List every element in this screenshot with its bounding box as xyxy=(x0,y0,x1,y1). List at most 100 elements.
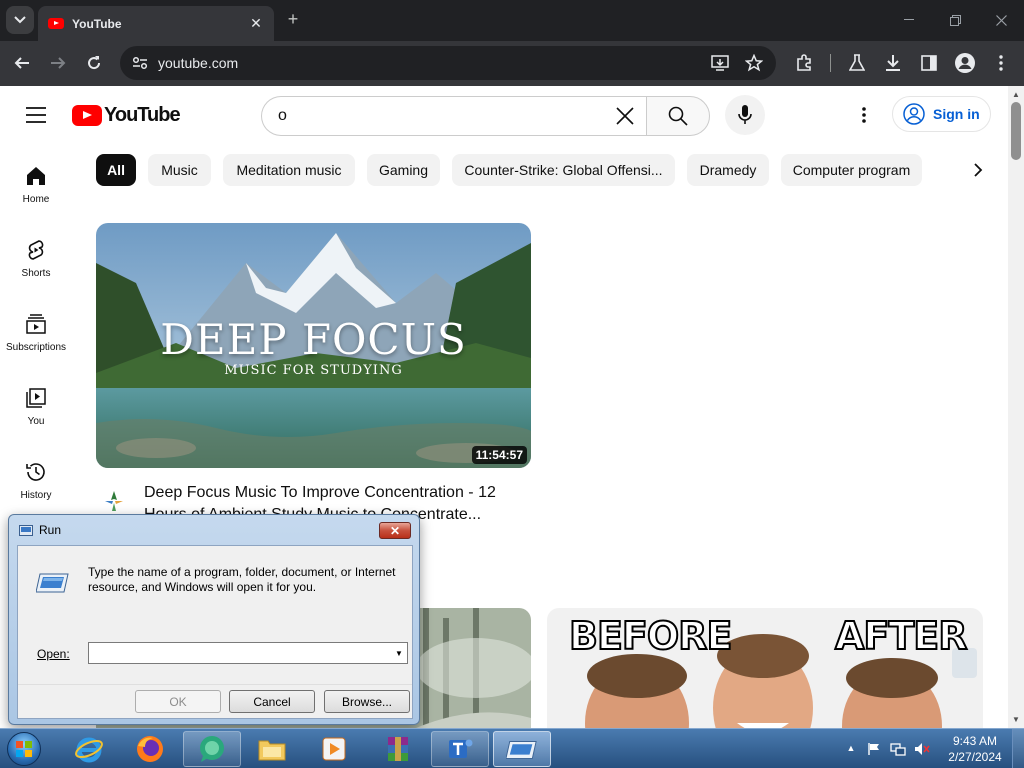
chevron-right-icon xyxy=(974,163,983,177)
chip-dramedy[interactable]: Dramedy xyxy=(687,154,769,186)
run-dialog-titlebar[interactable]: Run xyxy=(9,515,419,545)
search-button[interactable] xyxy=(646,96,710,136)
channel-avatar[interactable] xyxy=(100,487,128,515)
voice-search-button[interactable] xyxy=(725,95,765,135)
chip-all[interactable]: All xyxy=(96,154,136,186)
guide-label: Home xyxy=(22,194,50,205)
show-desktop-button[interactable] xyxy=(1012,729,1024,768)
taskbar-media-player[interactable] xyxy=(305,731,363,767)
guide-item-home[interactable]: Home xyxy=(0,150,72,224)
video-thumbnail-3[interactable]: BEFORE AFTER xyxy=(547,608,983,728)
taskbar-run[interactable] xyxy=(493,731,551,767)
taskbar-internet-explorer[interactable] xyxy=(60,731,118,767)
chevron-down-icon xyxy=(14,16,26,24)
browser-menu-button[interactable] xyxy=(990,52,1012,74)
open-input-text[interactable] xyxy=(89,643,391,663)
run-program-icon xyxy=(36,573,69,593)
guide-item-shorts[interactable]: Shorts xyxy=(0,224,72,298)
run-program-icon xyxy=(506,741,537,759)
restore-button[interactable] xyxy=(941,8,969,32)
guide-menu-button[interactable] xyxy=(24,104,48,126)
chip-counter-strike[interactable]: Counter-Strike: Global Offensi... xyxy=(452,154,675,186)
chip-meditation-music[interactable]: Meditation music xyxy=(223,154,355,186)
more-vertical-icon xyxy=(999,55,1003,71)
network-icon[interactable] xyxy=(890,741,906,757)
chips-next-button[interactable] xyxy=(966,158,990,182)
browser-tab[interactable]: YouTube ✕ xyxy=(38,6,274,41)
minimize-icon xyxy=(904,19,914,20)
scrollbar-thumb[interactable] xyxy=(1011,102,1021,160)
downloads-button[interactable] xyxy=(882,52,904,74)
run-dialog-body: Type the name of a program, folder, docu… xyxy=(17,545,413,719)
tab-search-button[interactable] xyxy=(6,6,34,34)
side-panel-button[interactable] xyxy=(918,52,940,74)
dropdown-arrow-icon[interactable]: ▼ xyxy=(391,643,407,663)
sign-in-button[interactable]: Sign in xyxy=(892,96,991,132)
video-thumbnail[interactable]: DEEP FOCUS MUSIC FOR STUDYING 11:54:57 xyxy=(96,223,531,468)
search-input[interactable]: o xyxy=(261,96,647,136)
action-center-flag-icon[interactable] xyxy=(866,741,882,757)
cancel-button[interactable]: Cancel xyxy=(229,690,315,713)
folder-icon xyxy=(258,740,286,761)
taskbar-winrar[interactable] xyxy=(369,731,427,767)
video-card: DEEP FOCUS MUSIC FOR STUDYING 11:54:57 D… xyxy=(96,223,531,523)
extensions-button[interactable] xyxy=(793,52,815,74)
taskbar-clock[interactable]: 9:43 AM 2/27/2024 xyxy=(940,733,1010,765)
chip-gaming[interactable]: Gaming xyxy=(367,154,440,186)
page-scrollbar[interactable]: ▲ ▼ xyxy=(1008,86,1024,728)
profile-button[interactable] xyxy=(954,52,976,74)
new-tab-button[interactable]: + xyxy=(283,9,303,29)
browse-button[interactable]: Browse... xyxy=(324,690,410,713)
browser-toolbar: youtube.com xyxy=(0,41,1024,86)
more-vertical-icon xyxy=(862,107,866,123)
media-player-icon xyxy=(322,737,346,761)
arrow-right-icon xyxy=(51,57,66,69)
taskbar-teams[interactable] xyxy=(431,731,489,767)
taskbar-firefox[interactable] xyxy=(121,731,179,767)
scroll-down-icon[interactable]: ▼ xyxy=(1011,714,1021,724)
show-hidden-icons-button[interactable]: ▲ xyxy=(846,743,856,753)
shorts-icon xyxy=(24,238,48,262)
youtube-logo[interactable]: YouTube xyxy=(72,103,181,127)
close-icon xyxy=(995,14,1007,26)
install-app-icon[interactable] xyxy=(710,53,730,73)
site-info-icon[interactable] xyxy=(130,53,150,73)
history-icon xyxy=(24,460,48,484)
guide-item-history[interactable]: History xyxy=(0,446,72,520)
start-button[interactable] xyxy=(4,730,44,768)
browser-tab-bar: YouTube ✕ + xyxy=(0,0,1024,41)
clear-search-button[interactable] xyxy=(607,98,643,134)
minimize-button[interactable] xyxy=(895,8,923,32)
open-combobox[interactable]: ▼ xyxy=(88,642,408,664)
close-icon: ✕ xyxy=(389,523,401,538)
thumbnail-title-text: DEEP FOCUS xyxy=(160,315,467,364)
guide-item-you[interactable]: You xyxy=(0,372,72,446)
video-duration: 11:54:57 xyxy=(471,446,527,464)
internet-explorer-icon xyxy=(75,737,103,763)
taskbar-file-explorer[interactable] xyxy=(243,731,301,767)
run-close-button[interactable]: ✕ xyxy=(379,522,411,539)
forward-button[interactable] xyxy=(46,51,70,75)
ok-button[interactable]: OK xyxy=(135,690,221,713)
hamburger-icon xyxy=(26,107,46,123)
chip-music[interactable]: Music xyxy=(148,154,211,186)
address-bar[interactable]: youtube.com xyxy=(120,46,776,80)
scroll-up-icon[interactable]: ▲ xyxy=(1011,89,1021,99)
guide-label: You xyxy=(27,416,45,427)
taskbar-chrome-app[interactable] xyxy=(183,731,241,767)
volume-muted-icon[interactable] xyxy=(914,741,930,757)
tab-close-icon[interactable]: ✕ xyxy=(248,15,264,32)
settings-menu-button[interactable] xyxy=(852,103,876,127)
guide-item-subscriptions[interactable]: Subscriptions xyxy=(0,298,72,372)
reload-button[interactable] xyxy=(82,51,106,75)
bookmark-star-icon[interactable] xyxy=(744,53,764,73)
clock-time: 9:43 AM xyxy=(952,734,998,748)
thumbnail-subtitle-text: MUSIC FOR STUDYING xyxy=(224,363,403,378)
back-button[interactable] xyxy=(10,51,34,75)
search-icon xyxy=(668,106,688,126)
window-close-button[interactable] xyxy=(987,8,1015,32)
chip-computer-program[interactable]: Computer program xyxy=(781,154,922,186)
home-icon xyxy=(24,164,48,188)
labs-button[interactable] xyxy=(846,52,868,74)
toolbar-separator xyxy=(830,54,831,72)
